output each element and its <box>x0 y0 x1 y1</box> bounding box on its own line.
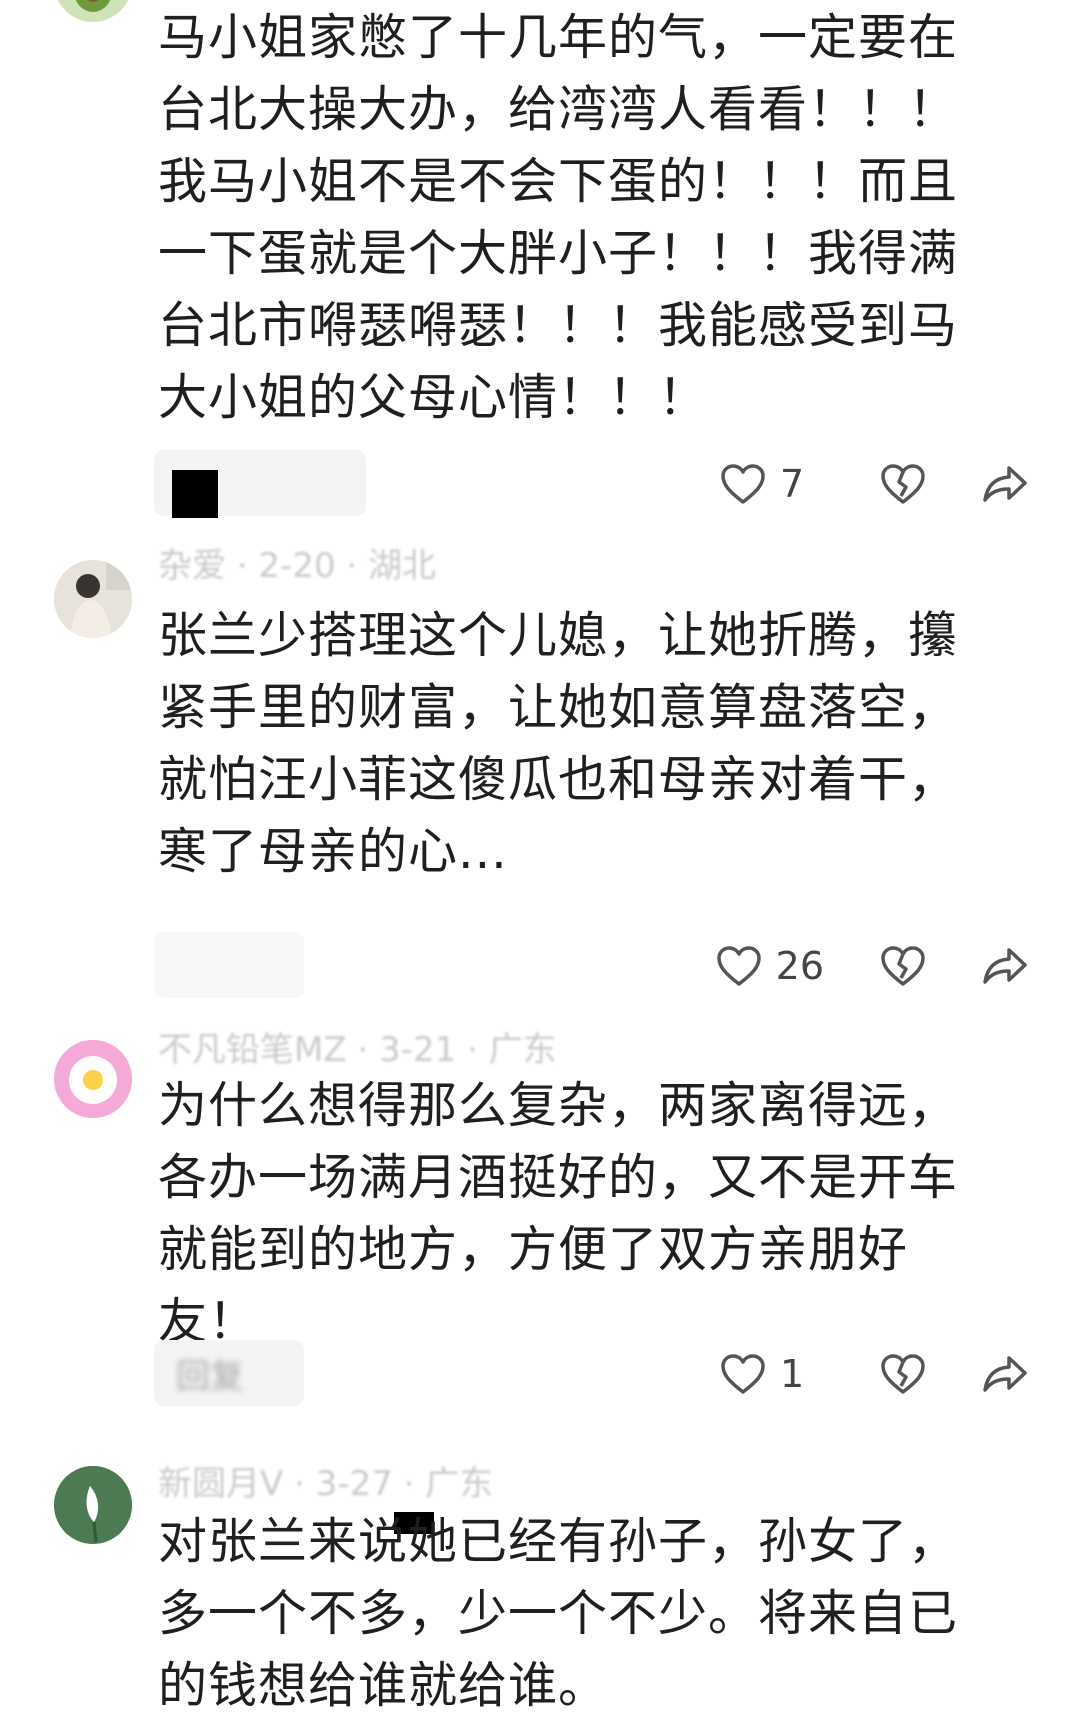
comment-meta: 杂爱 · 2-20 · 湖北 <box>158 546 437 586</box>
avatar[interactable] <box>54 1040 132 1118</box>
avatar-image <box>54 1040 132 1118</box>
share-arrow-icon <box>983 1356 1027 1392</box>
like-button[interactable]: 26 <box>716 944 824 988</box>
dislike-button[interactable] <box>880 463 926 505</box>
like-count: 26 <box>775 944 824 988</box>
comment-text: 为什么想得那么复杂，两家离得远，各办一场满月酒挺好的，又不是开车就能到的地方，方… <box>158 1077 959 1350</box>
share-button[interactable] <box>982 1353 1028 1395</box>
comment-actions: 1 <box>720 1344 1028 1404</box>
reply-label: 回复 <box>176 1356 244 1397</box>
dislike-button[interactable] <box>880 945 926 987</box>
share-arrow-icon <box>983 948 1027 984</box>
comment-actions: 7 <box>720 454 1028 514</box>
avatar[interactable] <box>54 1466 132 1544</box>
like-count: 7 <box>780 462 805 506</box>
share-arrow-icon <box>983 466 1027 502</box>
share-button[interactable] <box>982 463 1028 505</box>
broken-heart-icon <box>881 464 925 504</box>
heart-outline-icon <box>721 464 765 504</box>
reply-button[interactable] <box>154 932 304 998</box>
like-button[interactable]: 1 <box>720 1352 824 1396</box>
heart-outline-icon <box>716 946 761 986</box>
redaction-block <box>172 470 218 518</box>
comment-meta: 新圆月V · 3-27 · 广东 <box>158 1464 494 1504</box>
comment-text: 张兰少搭理这个儿媳，让她折腾，攥紧手里的财富，让她如意算盘落空，就怕汪小菲这傻瓜… <box>158 607 959 880</box>
comment-meta: 不凡铅笔MZ · 3-21 · 广东 <box>158 1030 557 1070</box>
broken-heart-icon <box>881 1354 925 1394</box>
avatar-image <box>54 560 132 638</box>
avatar-image <box>54 1466 132 1544</box>
like-button[interactable]: 7 <box>720 462 824 506</box>
comment-text: 马小姐家憋了十几年的气，一定要在台北大操大办，给湾湾人看看！！！我马小姐不是不会… <box>158 9 959 426</box>
dislike-button[interactable] <box>880 1353 926 1395</box>
share-button[interactable] <box>982 945 1028 987</box>
comment-actions: 26 <box>716 936 1028 996</box>
broken-heart-icon <box>881 946 925 986</box>
avatar[interactable] <box>54 0 132 22</box>
avatar[interactable] <box>54 560 132 638</box>
like-count: 1 <box>780 1352 805 1396</box>
heart-outline-icon <box>721 1354 765 1394</box>
comment-text: 对张兰来说她已经有孙子，孙女了，多一个不多，少一个不少。将来自已的钱想给谁就给谁… <box>158 1513 959 1714</box>
reply-button[interactable]: 回复 <box>154 1340 304 1406</box>
avocado-icon <box>57 0 129 22</box>
